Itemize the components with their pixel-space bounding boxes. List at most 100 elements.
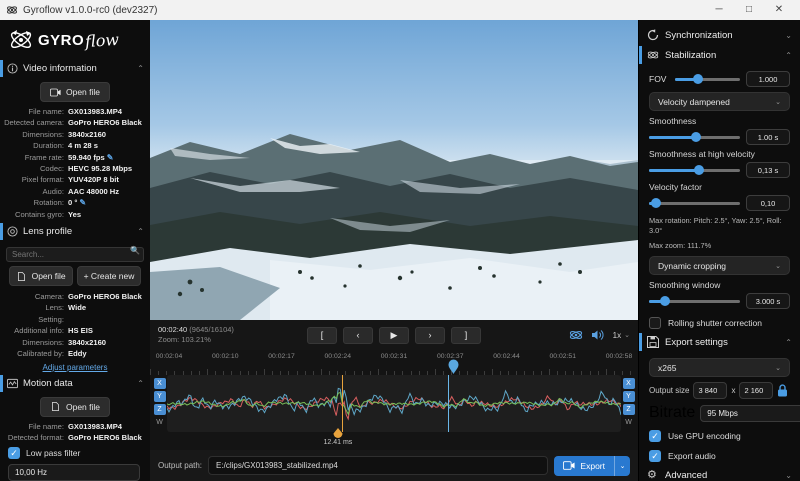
export-audio-checkbox[interactable]: ✓: [649, 450, 661, 462]
fov-value[interactable]: 1.000: [746, 71, 790, 87]
output-path-input[interactable]: [208, 456, 548, 475]
slider-knob[interactable]: [694, 165, 704, 175]
bitrate-input[interactable]: [700, 405, 800, 422]
edit-pencil-icon[interactable]: ✎: [107, 153, 114, 162]
section-synchronization[interactable]: Synchronization ⌄: [639, 26, 800, 44]
chevron-up-icon[interactable]: ⌃: [137, 64, 144, 73]
chevron-up-icon: ⌃: [785, 338, 792, 347]
section-advanced[interactable]: ⚙ Advanced ⌄: [639, 466, 800, 481]
gyroflow-logo: GYRO flow: [0, 20, 150, 57]
section-motion-data[interactable]: Motion data ⌃: [0, 375, 150, 392]
frame-counter: (9645/16104): [189, 325, 234, 334]
section-lens-profile[interactable]: Lens profile ⌃: [0, 223, 150, 240]
low-pass-frequency-input[interactable]: [8, 464, 140, 481]
playback-speed-dropdown[interactable]: 1x ⌄: [613, 331, 630, 340]
gpu-encoding-checkbox[interactable]: ✓: [649, 430, 661, 442]
smoothing-window-value[interactable]: 3.000 s: [746, 293, 790, 309]
playhead-marker[interactable]: [448, 359, 459, 375]
stabilization-toggle-icon[interactable]: [569, 329, 583, 341]
rolling-shutter-checkbox[interactable]: [649, 317, 661, 329]
prev-frame-button[interactable]: ‹: [343, 327, 373, 344]
section-video-information[interactable]: Video information ⌃: [0, 60, 150, 77]
next-frame-button[interactable]: ›: [415, 327, 445, 344]
export-label: Export: [580, 461, 605, 471]
axis-z-button[interactable]: Z: [154, 404, 166, 415]
play-button[interactable]: ▶: [379, 327, 409, 344]
smoothness-high-velocity-slider[interactable]: [649, 165, 740, 175]
smoothness-high-velocity-value[interactable]: 0,13 s: [746, 162, 790, 178]
velocity-factor-value[interactable]: 0,10: [746, 195, 790, 211]
output-width-input[interactable]: [693, 382, 727, 399]
video-open-file-button[interactable]: Open file: [40, 82, 110, 102]
info-row: Contains gyro:Yes: [0, 209, 150, 220]
chevron-up-icon[interactable]: ⌃: [137, 227, 144, 236]
maximize-button[interactable]: □: [734, 0, 764, 20]
output-bar: Output path: Export ⌄: [150, 450, 638, 481]
chevron-down-icon: ⌄: [624, 331, 630, 339]
smoothness-high-velocity-label: Smoothness at high velocity: [649, 149, 790, 159]
lens-create-new-button[interactable]: + Create new: [77, 266, 142, 286]
motion-open-file-button[interactable]: Open file: [40, 397, 110, 417]
gyro-chart[interactable]: [167, 375, 621, 432]
smoothness-slider[interactable]: [649, 132, 740, 142]
slider-knob[interactable]: [651, 198, 661, 208]
sync-point-handle[interactable]: [333, 428, 343, 439]
close-button[interactable]: ✕: [764, 0, 794, 20]
axis-y-button[interactable]: Y: [154, 391, 166, 402]
timeline-ruler[interactable]: 00:02:0400:02:10 00:02:1700:02:24 00:02:…: [150, 350, 638, 375]
section-title: Synchronization: [665, 30, 785, 41]
export-options-button[interactable]: ⌄: [614, 456, 630, 476]
codec-dropdown[interactable]: x265 ⌄: [649, 358, 790, 377]
slider-knob[interactable]: [693, 74, 703, 84]
lock-ratio-icon[interactable]: [777, 384, 788, 397]
max-rotation-text: Max rotation: Pitch: 2.5°, Yaw: 2.5°, Ro…: [649, 216, 790, 236]
info-row: Detected camera:GoPro HERO6 Black: [0, 117, 150, 128]
trim-start-button[interactable]: [: [307, 327, 337, 344]
edit-pencil-icon[interactable]: ✎: [79, 198, 86, 207]
velocity-factor-label: Velocity factor: [649, 182, 790, 192]
save-icon: [647, 336, 659, 348]
chevron-down-icon: ⌄: [775, 262, 781, 270]
export-button[interactable]: Export: [554, 456, 614, 476]
section-export-settings[interactable]: Export settings ⌃: [639, 333, 800, 351]
smoothness-value[interactable]: 1.00 s: [746, 129, 790, 145]
low-pass-filter-checkbox[interactable]: ✓: [8, 447, 20, 459]
slider-knob[interactable]: [660, 296, 670, 306]
slider-knob[interactable]: [691, 132, 701, 142]
window-titlebar: Gyroflow v1.0.0-rc0 (dev2327) ─ □ ✕: [0, 0, 800, 20]
info-row: Dimensions:3840x2160: [0, 129, 150, 140]
smoothing-window-slider[interactable]: [649, 296, 740, 306]
cropping-mode-dropdown[interactable]: Dynamic cropping ⌄: [649, 256, 790, 275]
volume-icon[interactable]: [591, 329, 605, 341]
adjust-parameters-link[interactable]: Adjust parameters: [0, 363, 150, 372]
axis-x-button[interactable]: X: [623, 378, 635, 389]
chevron-down-icon: ⌄: [775, 364, 781, 372]
axis-w-button[interactable]: W: [154, 417, 166, 428]
right-sidebar: Synchronization ⌄ Stabilization ⌃ FOV 1.…: [638, 20, 800, 481]
lens-row: Dimensions:3840x2160: [0, 337, 150, 348]
section-stabilization[interactable]: Stabilization ⌃: [639, 46, 800, 64]
axis-y-button[interactable]: Y: [623, 391, 635, 402]
sync-point-line[interactable]: [342, 375, 343, 432]
file-icon: [16, 272, 27, 281]
smoothing-method-dropdown[interactable]: Velocity dampened ⌄: [649, 92, 790, 111]
lens-row: Lens:Wide: [0, 302, 150, 313]
minimize-button[interactable]: ─: [704, 0, 734, 20]
lens-open-file-button[interactable]: Open file: [9, 266, 73, 286]
axis-w-button[interactable]: W: [623, 417, 635, 428]
current-time: 00:02:40: [158, 325, 187, 334]
velocity-factor-slider[interactable]: [649, 198, 740, 208]
lens-search-input[interactable]: [6, 247, 144, 262]
axis-z-button[interactable]: Z: [623, 404, 635, 415]
trim-end-button[interactable]: ]: [451, 327, 481, 344]
chevron-up-icon[interactable]: ⌃: [137, 379, 144, 388]
sync-offset-label: 12.41 ms: [323, 439, 352, 446]
lens-row: Camera:GoPro HERO6 Black: [0, 291, 150, 302]
open-file-label: Open file: [32, 271, 66, 281]
motion-row: Detected format:GoPro HERO6 Black: [0, 432, 150, 443]
axis-x-button[interactable]: X: [154, 378, 166, 389]
video-preview[interactable]: [150, 20, 638, 320]
fov-slider[interactable]: [675, 74, 740, 84]
output-height-input[interactable]: [739, 382, 773, 399]
speed-value: 1x: [613, 331, 621, 340]
